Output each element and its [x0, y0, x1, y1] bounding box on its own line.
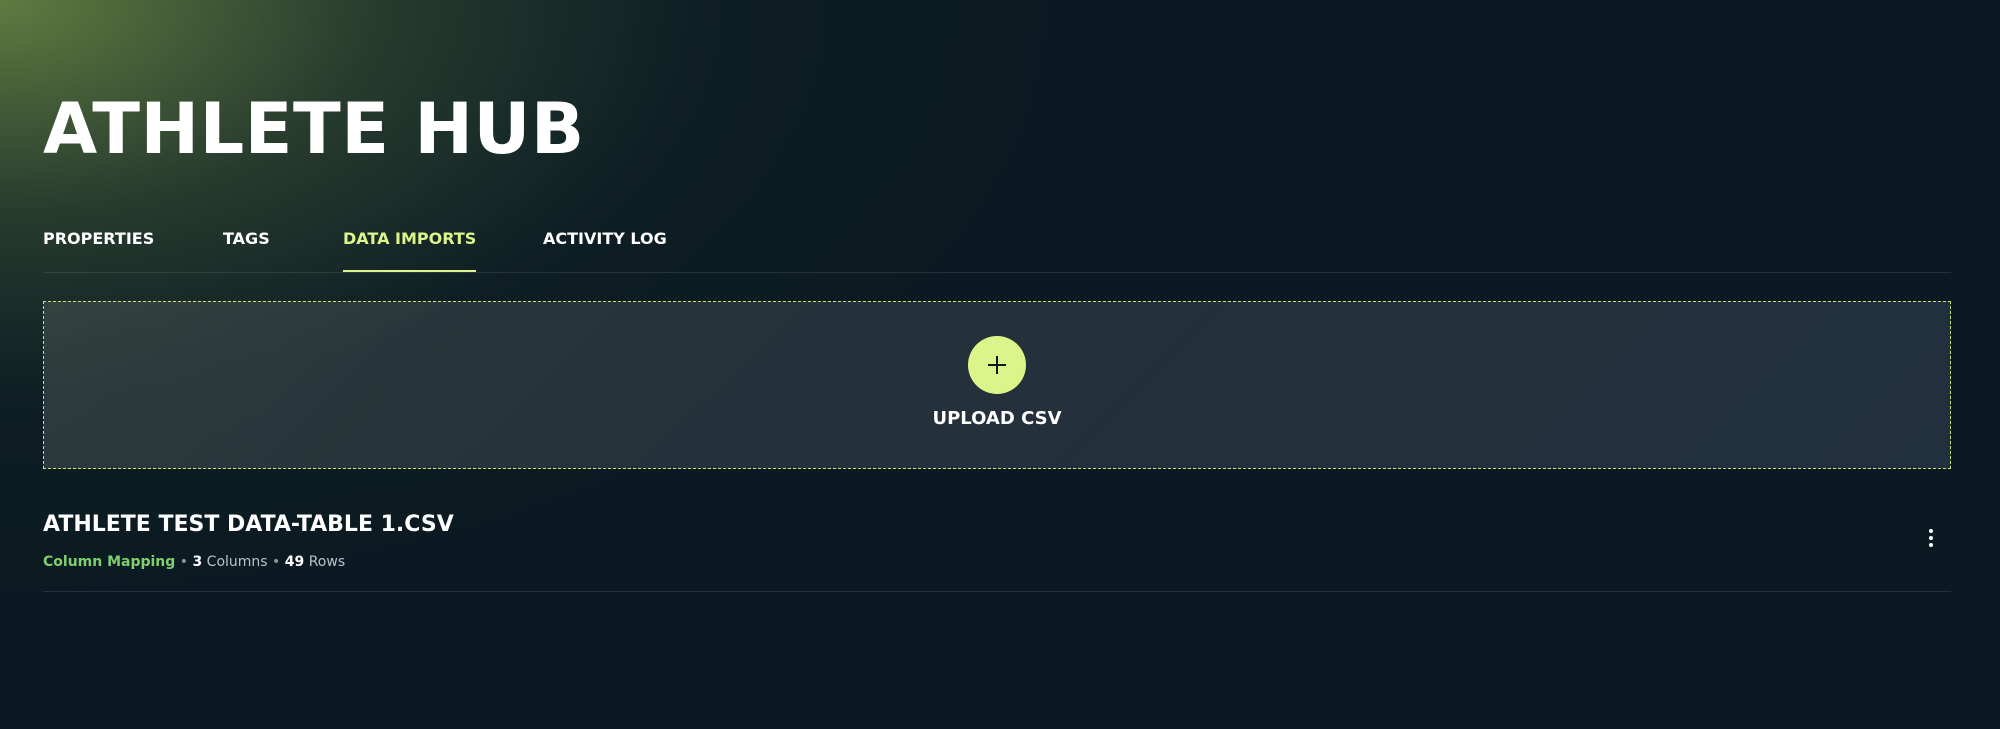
more-vertical-icon	[1929, 529, 1933, 547]
tab-activity-log[interactable]: ACTIVITY LOG	[543, 226, 667, 271]
page: ATHLETE HUB PROPERTIES TAGS DATA IMPORTS…	[43, 0, 1951, 729]
plus-icon	[988, 356, 1006, 374]
meta-separator: •	[179, 554, 189, 570]
columns-label: Columns	[206, 554, 268, 570]
upload-csv-button[interactable]	[968, 336, 1026, 394]
upload-csv-label: UPLOAD CSV	[932, 408, 1062, 429]
import-more-options-button[interactable]	[1919, 526, 1943, 550]
rows-count: 49	[284, 554, 305, 570]
tab-tags[interactable]: TAGS	[223, 226, 270, 271]
tab-data-imports[interactable]: DATA IMPORTS	[343, 226, 477, 272]
column-mapping-link[interactable]: Column Mapping	[43, 554, 175, 570]
tab-properties[interactable]: PROPERTIES	[43, 226, 154, 271]
import-meta: Column Mapping • 3 Columns • 49 Rows	[43, 551, 345, 573]
columns-count: 3	[192, 554, 203, 570]
import-file-name: ATHLETE TEST DATA-TABLE 1.CSV	[43, 512, 454, 537]
csv-dropzone[interactable]: UPLOAD CSV	[43, 301, 1951, 469]
import-row: ATHLETE TEST DATA-TABLE 1.CSV Column Map…	[43, 496, 1951, 592]
meta-separator: •	[272, 554, 281, 570]
page-title: ATHLETE HUB	[43, 88, 585, 170]
rows-label: Rows	[308, 554, 346, 570]
tab-bar: PROPERTIES TAGS DATA IMPORTS ACTIVITY LO…	[43, 226, 1951, 273]
